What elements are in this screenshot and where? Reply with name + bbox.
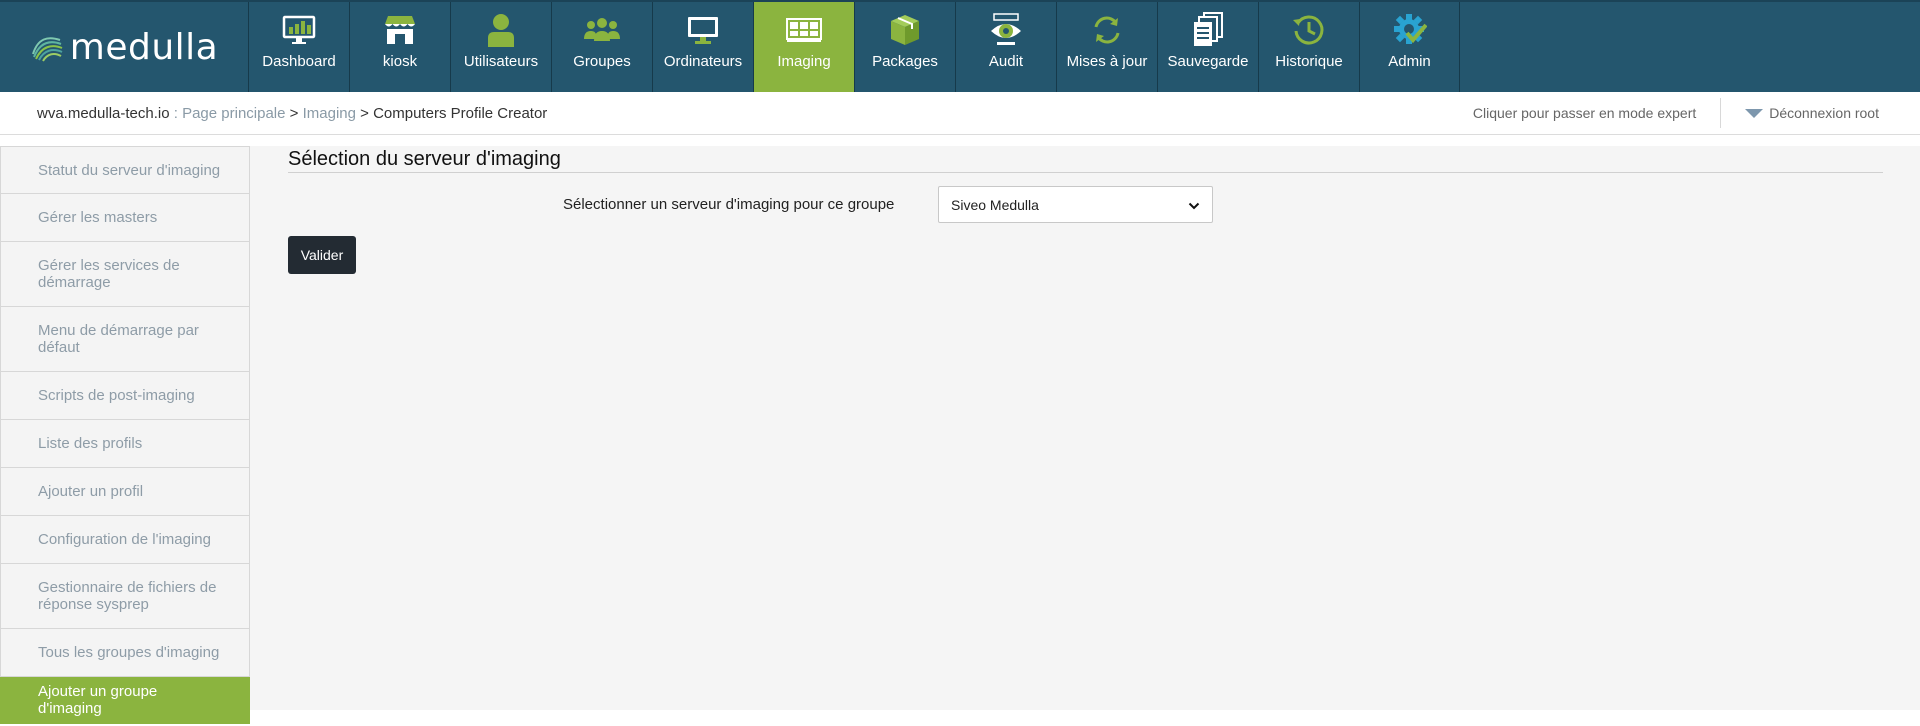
breadcrumb-separator: : (169, 104, 183, 122)
chevron-down-icon (1188, 199, 1200, 211)
sidebar-item-ajouter-groupe-imaging[interactable]: Ajouter un groupe d'imaging (0, 677, 250, 724)
sidebar-item-label: Scripts de post-imaging (38, 387, 195, 404)
users-group-icon (583, 11, 621, 49)
sidebar-item-label: Menu de démarrage par défaut (38, 322, 199, 356)
sidebar-item-statut-serveur[interactable]: Statut du serveur d'imaging (0, 146, 250, 194)
imaging-sidebar: Statut du serveur d'imaging Gérer les ma… (0, 146, 250, 724)
sidebar-item-services-demarrage[interactable]: Gérer les services de démarrage (0, 242, 250, 307)
nav-item-label: Admin (1388, 53, 1431, 70)
dashboard-icon (280, 11, 318, 49)
logout-link[interactable]: Déconnexion root (1721, 105, 1920, 121)
nav-item-audit[interactable]: Audit (955, 2, 1056, 92)
sidebar-item-scripts-post-imaging[interactable]: Scripts de post-imaging (0, 372, 250, 420)
sidebar-item-configuration-imaging[interactable]: Configuration de l'imaging (0, 516, 250, 564)
medulla-logo-icon (30, 32, 64, 62)
nav-item-label: kiosk (382, 53, 418, 70)
sidebar-item-liste-profils[interactable]: Liste des profils (0, 420, 250, 468)
breadcrumb-home-link[interactable]: Page principale (182, 105, 285, 122)
header-links: Cliquer pour passer en mode expert Décon… (1473, 92, 1920, 134)
sidebar-item-label: Ajouter un groupe d'imaging (38, 683, 158, 717)
audit-eye-icon (987, 11, 1025, 49)
packages-boxes-icon (886, 11, 924, 49)
nav-item-ordinateurs[interactable]: Ordinateurs (652, 2, 753, 92)
nav-item-label: Historique (1275, 53, 1343, 70)
imaging-disk-icon (785, 11, 823, 49)
nav-item-packages[interactable]: Packages (854, 2, 955, 92)
gear-check-icon (1391, 11, 1429, 49)
history-clock-icon (1290, 11, 1328, 49)
main-content: Sélection du serveur d'imaging Sélection… (250, 146, 1920, 710)
sidebar-item-label: Gestionnaire de fichiers de réponse sysp… (38, 579, 217, 613)
sidebar-item-label: Gérer les services de démarrage (38, 257, 180, 291)
logout-label: Déconnexion root (1769, 105, 1879, 121)
breadcrumb-bar: wva.medulla-tech.io : Page principale > … (0, 92, 1920, 135)
sidebar-item-sysprep-manager[interactable]: Gestionnaire de fichiers de réponse sysp… (0, 564, 250, 629)
kiosk-store-icon (381, 11, 419, 49)
submit-button[interactable]: Valider (288, 236, 356, 274)
imaging-server-selected-value: Siveo Medulla (951, 196, 1039, 213)
triangle-down-icon (1745, 108, 1764, 118)
backup-documents-icon (1189, 11, 1227, 49)
nav-item-dashboard[interactable]: Dashboard (248, 2, 349, 92)
nav-item-label: Packages (872, 53, 938, 70)
nav-item-admin[interactable]: Admin (1359, 2, 1460, 92)
nav-item-label: Groupes (573, 53, 631, 70)
nav-item-mises-a-jour[interactable]: Mises à jour (1056, 2, 1157, 92)
breadcrumb-imaging-link[interactable]: Imaging (303, 105, 356, 122)
logo[interactable]: medulla (0, 2, 248, 92)
top-navigation-bar: medulla Dashboard kiosk Utilisateurs Gro… (0, 0, 1920, 92)
brand-name: medulla (69, 26, 219, 68)
sidebar-item-menu-demarrage[interactable]: Menu de démarrage par défaut (0, 307, 250, 372)
nav-item-sauvegarde[interactable]: Sauvegarde (1157, 2, 1258, 92)
nav-item-historique[interactable]: Historique (1258, 2, 1359, 92)
nav-item-utilisateurs[interactable]: Utilisateurs (450, 2, 551, 92)
sidebar-item-label: Liste des profils (38, 435, 143, 452)
section-title: Sélection du serveur d'imaging (288, 148, 561, 170)
sidebar-item-label: Statut du serveur d'imaging (38, 161, 221, 179)
imaging-server-select[interactable]: Siveo Medulla (938, 186, 1213, 223)
breadcrumb-host: wva.medulla-tech.io (37, 104, 170, 122)
nav-item-label: Mises à jour (1066, 53, 1148, 70)
sidebar-item-label: Ajouter un profil (38, 483, 144, 500)
sidebar-item-tous-groupes-imaging[interactable]: Tous les groupes d'imaging (0, 629, 250, 677)
nav-item-groupes[interactable]: Groupes (551, 2, 652, 92)
nav-item-label: Imaging (777, 53, 831, 70)
refresh-icon (1088, 11, 1126, 49)
nav-item-imaging[interactable]: Imaging (753, 2, 854, 92)
imaging-server-label: Sélectionner un serveur d'imaging pour c… (563, 196, 895, 213)
breadcrumb: wva.medulla-tech.io : Page principale > … (37, 105, 547, 122)
nav-item-label: Sauvegarde (1167, 53, 1249, 70)
expert-mode-link[interactable]: Cliquer pour passer en mode expert (1473, 105, 1720, 121)
sidebar-item-label: Configuration de l'imaging (38, 531, 211, 548)
monitor-icon (684, 11, 722, 49)
breadcrumb-current: Computers Profile Creator (373, 104, 548, 122)
sidebar-item-label: Tous les groupes d'imaging (38, 644, 220, 661)
nav-item-label: Dashboard (262, 53, 336, 70)
nav-item-label: Utilisateurs (463, 53, 539, 70)
nav-item-kiosk[interactable]: kiosk (349, 2, 450, 92)
sidebar-item-ajouter-profil[interactable]: Ajouter un profil (0, 468, 250, 516)
breadcrumb-separator: > (285, 104, 303, 122)
nav-item-label: Ordinateurs (663, 53, 743, 70)
sidebar-item-gerer-masters[interactable]: Gérer les masters (0, 194, 250, 242)
breadcrumb-separator: > (355, 104, 374, 122)
main-nav: Dashboard kiosk Utilisateurs Groupes Ord… (248, 2, 1460, 92)
sidebar-item-label: Gérer les masters (38, 209, 158, 226)
nav-item-label: Audit (988, 53, 1024, 70)
title-divider (288, 172, 1883, 173)
user-icon (482, 11, 520, 49)
